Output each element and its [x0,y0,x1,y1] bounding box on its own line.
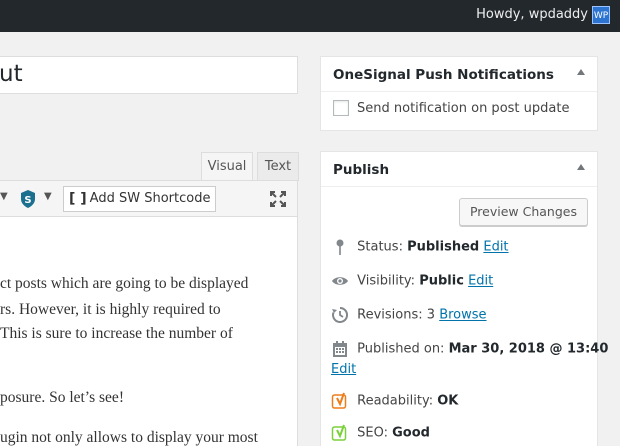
content-line: posure. So let’s see! [0,389,124,406]
content-line: rs. However, it is highly required to [0,301,221,318]
readability-label: Readability: [357,393,434,409]
visibility-edit-link[interactable]: Edit [468,274,493,289]
eye-icon [332,277,348,285]
tab-visual[interactable]: Visual [201,152,253,181]
editor-toolbar: ▼ S ▼ [ ] Add SW Shortcode [0,180,298,217]
post-title-text: ut [0,61,23,87]
add-sw-shortcode-button[interactable]: [ ] Add SW Shortcode [63,186,217,212]
readability-row: Readability: OK [331,392,458,410]
seo-value: Good [392,425,430,441]
onesignal-panel-title: OneSignal Push Notifications [333,67,554,83]
howdy-greeting[interactable]: Howdy, wpdaddy [476,7,588,22]
chevron-down-icon[interactable]: ▼ [44,191,52,202]
revisions-value: 3 [426,307,436,323]
revisions-label: Revisions: [357,307,423,323]
revisions-row: Revisions: 3 Browse [331,306,487,324]
tab-text[interactable]: Text [257,152,299,181]
svg-text:S: S [24,195,31,206]
fullscreen-icon[interactable] [269,190,287,208]
onesignal-panel: OneSignal Push Notifications Send notifi… [320,56,598,131]
collapse-arrow-icon[interactable] [577,69,585,75]
revisions-browse-link[interactable]: Browse [439,308,486,323]
yoast-seo-icon [331,424,347,441]
bracket-icon: [ ] [69,191,87,207]
history-icon [332,306,349,323]
send-notification-label[interactable]: Send notification on post update [357,101,569,116]
preview-changes-button[interactable]: Preview Changes [458,198,588,226]
publish-panel-header[interactable]: Publish [321,152,597,187]
visibility-value: Public [419,273,464,289]
post-title-input[interactable]: ut [0,56,298,94]
readability-value: OK [437,393,459,409]
content-line: This is sure to increase the number of [0,325,233,342]
avatar[interactable]: WP [592,6,610,24]
shield-s-icon[interactable]: S [20,190,36,208]
seo-row: SEO: Good [331,424,430,442]
send-notification-checkbox[interactable] [333,100,349,116]
calendar-icon [333,341,347,357]
status-label: Status: [357,239,403,255]
yoast-readability-icon [331,392,347,409]
collapse-arrow-icon[interactable] [577,164,585,170]
publish-panel: Publish Preview Changes Status: Publishe… [320,151,608,446]
published-on-label: Published on: [357,341,445,357]
status-value: Published [407,239,480,255]
published-on-value: Mar 30, 2018 @ 13:40 [448,341,609,357]
add-sw-shortcode-label: Add SW Shortcode [89,191,211,206]
onesignal-panel-header[interactable]: OneSignal Push Notifications [321,57,597,92]
chevron-down-icon[interactable]: ▼ [0,191,8,202]
status-edit-link[interactable]: Edit [483,240,508,255]
admin-bar: Howdy, wpdaddy WP [0,0,620,32]
published-on-row: Published on: Mar 30, 2018 @ 13:40 [331,340,608,358]
content-line: ugin not only allows to display your mos… [0,429,258,446]
status-row: Status: Published Edit [331,238,509,256]
publish-panel-title: Publish [333,162,390,178]
editor-content[interactable]: ct posts which are going to be displayed… [0,217,298,446]
visibility-label: Visibility: [357,273,416,289]
content-line: ct posts which are going to be displayed [0,275,249,292]
published-on-edit-link[interactable]: Edit [331,362,356,377]
visibility-row: Visibility: Public Edit [331,272,493,290]
seo-label: SEO: [357,425,388,441]
pin-icon [336,239,344,255]
